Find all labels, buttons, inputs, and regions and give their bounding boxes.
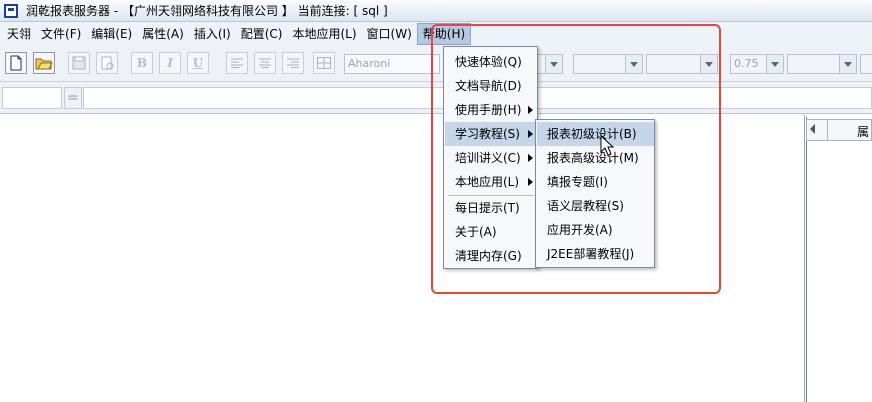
open-folder-icon[interactable] bbox=[33, 52, 55, 74]
cell-reference-input[interactable] bbox=[2, 87, 62, 109]
window-title: 润乾报表服务器 - 【广州天翎网络科技有限公司 】 当前连接: [ sql ] bbox=[26, 4, 388, 18]
menu-tianling[interactable]: 天翎 bbox=[2, 23, 36, 45]
underline-icon[interactable]: U bbox=[187, 52, 209, 74]
save-icon[interactable] bbox=[68, 52, 90, 74]
style-select[interactable] bbox=[787, 54, 857, 74]
menu-file[interactable]: 文件(F) bbox=[36, 23, 86, 45]
menu-attributes[interactable]: 属性(A) bbox=[137, 23, 189, 45]
overflow-select[interactable] bbox=[860, 54, 872, 74]
equals-icon[interactable]: = bbox=[64, 87, 82, 109]
bold-icon[interactable]: B bbox=[131, 52, 153, 74]
align-left-icon[interactable] bbox=[226, 52, 248, 74]
app-icon bbox=[4, 3, 18, 18]
column-divider bbox=[827, 120, 828, 140]
zoom-value: 0.75 bbox=[734, 57, 759, 70]
chevron-down-icon bbox=[766, 55, 783, 73]
align-center-icon[interactable] bbox=[254, 52, 276, 74]
menu-config[interactable]: 配置(C) bbox=[236, 23, 288, 45]
new-file-icon[interactable] bbox=[5, 52, 27, 74]
property-panel-header: 属 bbox=[806, 119, 872, 141]
print-preview-icon[interactable] bbox=[96, 52, 118, 74]
zoom-select[interactable]: 0.75 bbox=[730, 54, 784, 74]
menu-edit[interactable]: 编辑(E) bbox=[86, 23, 137, 45]
italic-icon[interactable]: I bbox=[159, 52, 181, 74]
mouse-cursor-icon bbox=[600, 135, 615, 156]
font-name-select[interactable]: Aharoni bbox=[344, 54, 440, 74]
menu-insert[interactable]: 插入(I) bbox=[189, 23, 236, 45]
annotation-highlight-box bbox=[431, 24, 721, 294]
merge-cells-icon[interactable] bbox=[313, 52, 335, 74]
title-bar: 润乾报表服务器 - 【广州天翎网络科技有限公司 】 当前连接: [ sql ] bbox=[0, 0, 872, 22]
menu-window[interactable]: 窗口(W) bbox=[362, 23, 417, 45]
property-panel-title: 属 bbox=[857, 125, 870, 139]
panel-divider bbox=[806, 117, 807, 402]
menu-local-app[interactable]: 本地应用(L) bbox=[287, 23, 361, 45]
collapse-left-icon[interactable] bbox=[810, 124, 816, 134]
chevron-down-icon bbox=[839, 55, 856, 73]
align-right-icon[interactable] bbox=[282, 52, 304, 74]
property-panel: 属 bbox=[806, 115, 872, 402]
